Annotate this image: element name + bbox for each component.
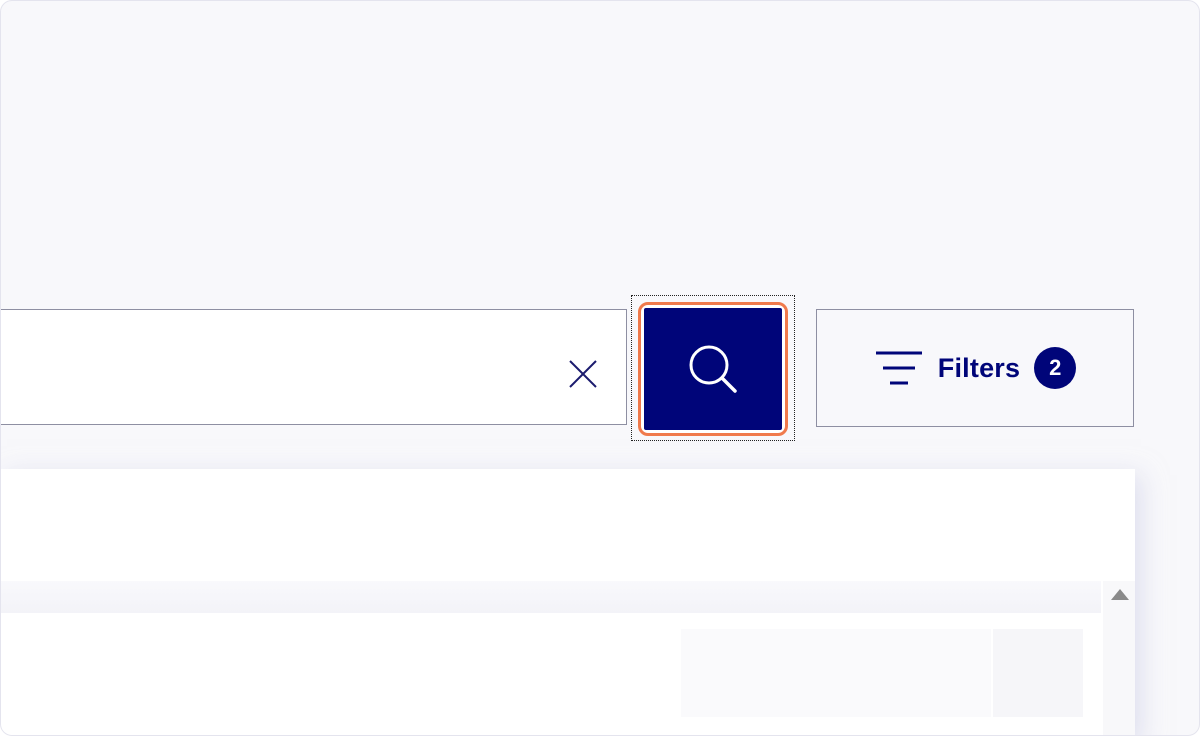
search-button-fill	[644, 308, 782, 430]
results-panel	[1, 469, 1135, 735]
search-input[interactable]	[7, 340, 551, 398]
search-button[interactable]	[638, 302, 788, 436]
filters-label: Filters	[937, 352, 1021, 383]
results-header	[1, 581, 1101, 613]
close-icon	[569, 360, 597, 388]
results-cell	[681, 629, 991, 717]
page-frame: Filters 2	[0, 0, 1200, 736]
filters-button[interactable]: Filters 2	[816, 309, 1134, 427]
results-cell	[993, 629, 1083, 717]
scrollbar[interactable]	[1103, 581, 1135, 735]
filter-lines-icon	[875, 351, 922, 385]
search-icon	[689, 345, 737, 393]
clear-search-button[interactable]	[563, 354, 603, 394]
scroll-up-arrow-icon[interactable]	[1111, 589, 1129, 600]
search-bar	[1, 309, 627, 425]
filters-count-badge: 2	[1034, 347, 1077, 389]
